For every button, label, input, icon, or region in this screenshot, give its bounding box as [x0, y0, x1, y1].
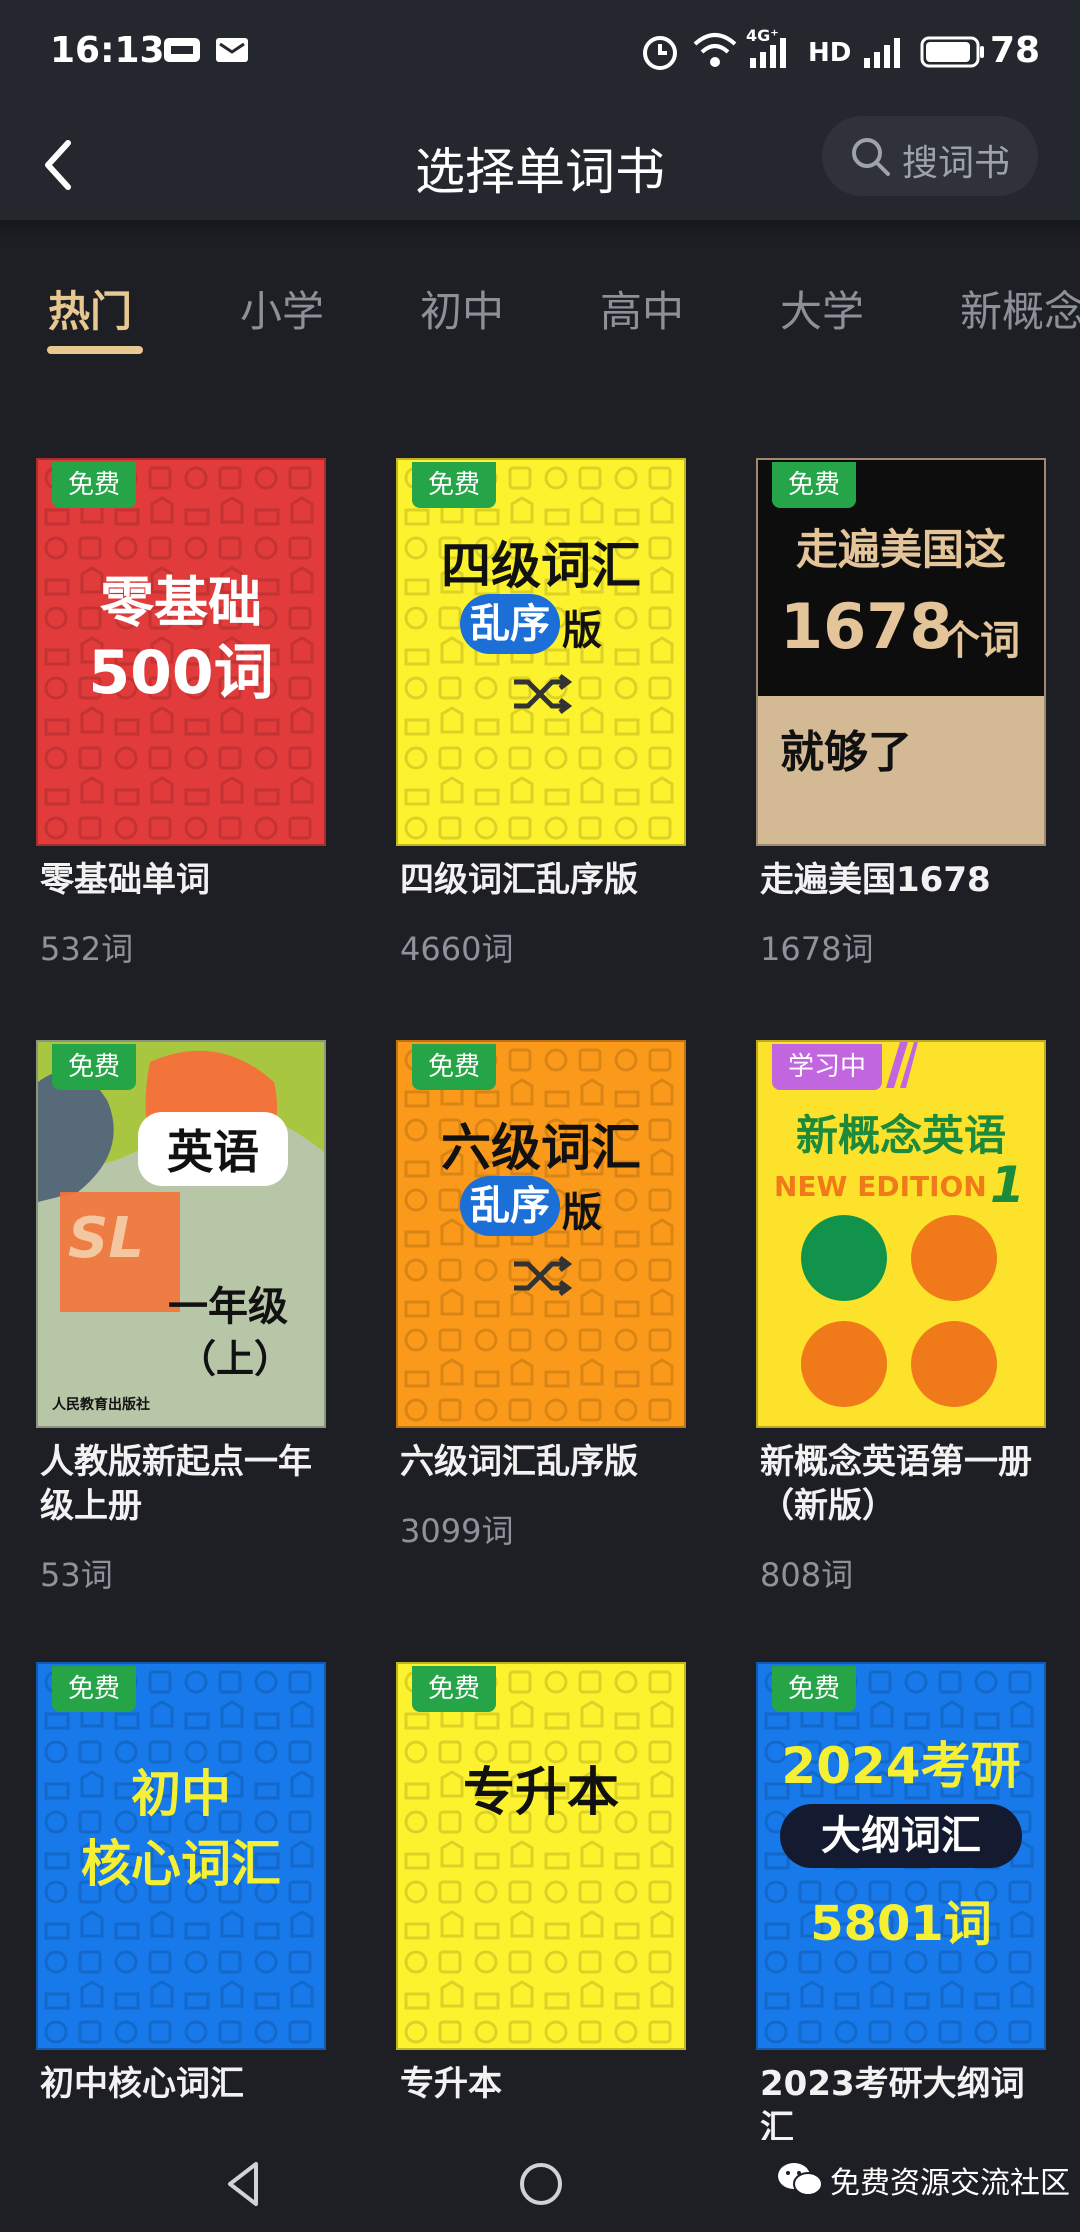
cover-line1: 专升本: [462, 1763, 619, 1823]
cover-line3: 5801词: [810, 1896, 992, 1952]
book-cover[interactable]: 免费 初中 核心词汇: [36, 1662, 326, 2050]
cover-line1: 走遍美国这: [795, 525, 1006, 574]
book-cover[interactable]: 免费 专升本: [396, 1662, 686, 2050]
shuffle-icon: [514, 1256, 572, 1296]
free-badge: 免费: [52, 462, 137, 508]
cover-pattern: [398, 1664, 684, 2048]
sim-card-icon: [164, 38, 200, 62]
battery-icon: [920, 36, 984, 68]
book-title: 走遍美国1678: [760, 860, 991, 900]
book-cover[interactable]: 免费 零基础 500词: [36, 458, 326, 846]
book-cover[interactable]: 免费 走遍美国这 1678 个词 就够了: [756, 458, 1046, 846]
mail-icon: [216, 38, 248, 62]
nav-back-icon[interactable]: [222, 2158, 262, 2210]
cover-line2: 核心词汇: [81, 1835, 281, 1893]
free-badge: 免费: [52, 1044, 137, 1090]
nav-home-icon[interactable]: [518, 2158, 564, 2210]
tab-junior-high[interactable]: 初中: [420, 278, 504, 339]
status-time: 16:13: [50, 30, 165, 71]
cellular-signal-icon: [750, 38, 786, 68]
word-count: 808词: [760, 1556, 854, 1594]
tab-new-concept[interactable]: 新概念: [960, 278, 1080, 339]
watermark-text: 免费资源交流社区: [830, 2166, 1070, 2201]
free-badge: 免费: [52, 1666, 137, 1712]
book-title: 新概念英语第一册（新版）: [760, 1442, 1032, 1526]
cover-suffix: 版: [562, 1190, 602, 1236]
book-cover[interactable]: 免费 2024考研 大纲词汇 5801词: [756, 1662, 1046, 2050]
tab-senior-high[interactable]: 高中: [600, 278, 684, 339]
shuffle-icon: [514, 674, 572, 714]
tab-university[interactable]: 大学: [780, 278, 864, 339]
tab-primary-school[interactable]: 小学: [240, 278, 324, 339]
battery-level: 78: [990, 30, 1041, 71]
active-tab-indicator: [47, 346, 143, 354]
cover-dots: [801, 1215, 997, 1407]
cover-line2: SL: [68, 1206, 145, 1271]
wechat-icon: [778, 2163, 823, 2196]
header-divider: [0, 220, 1080, 242]
free-badge: 免费: [412, 1044, 497, 1090]
cover-line2: 500词: [88, 638, 274, 708]
cover-line2b: 1: [990, 1156, 1025, 1214]
book-title: 零基础单词: [40, 860, 210, 900]
book-title: 2023考研大纲词汇: [760, 2064, 1025, 2148]
word-count: 1678词: [760, 930, 874, 968]
cover-line2: NEW EDITION: [774, 1170, 987, 1203]
book-cover[interactable]: 免费 英语 SL 一年级 （上） 人民教育出版社: [36, 1040, 326, 1428]
cover-line1: 2024考研: [781, 1737, 1021, 1795]
word-count: 4660词: [400, 930, 514, 968]
cover-line2b: 个词: [940, 618, 1020, 664]
cover-suffix: 版: [562, 608, 602, 654]
cover-publisher: 人民教育出版社: [52, 1397, 150, 1413]
category-tabs: 热门 小学 初中 高中 大学 新概念: [0, 270, 1080, 360]
search-button[interactable]: 搜词书: [822, 116, 1038, 196]
book-title: 初中核心词汇: [40, 2064, 244, 2104]
search-icon: [852, 138, 890, 176]
cover-line1: 四级词汇: [441, 537, 641, 595]
cover-pill: 大纲词汇: [780, 1804, 1022, 1868]
alarm-icon: [643, 36, 677, 70]
book-title: 人教版新起点一年级上册: [40, 1442, 312, 1526]
book-cover[interactable]: 免费 六级词汇 乱序 版: [396, 1040, 686, 1428]
cover-line1: 六级词汇: [441, 1119, 641, 1177]
word-count: 3099词: [400, 1512, 514, 1550]
cover-line1: 英语: [138, 1112, 288, 1186]
cover-pill: 乱序: [460, 1176, 560, 1236]
learning-badge: 学习中: [772, 1044, 883, 1090]
status-bar: 16:13 4G⁺ HD 78: [0, 0, 1080, 110]
cellular-signal-2-icon: [864, 38, 900, 68]
cover-pattern: [398, 1042, 684, 1426]
free-badge: 免费: [412, 1666, 497, 1712]
cover-line3: 一年级: [168, 1284, 288, 1330]
cover-line2: 1678: [780, 590, 953, 663]
book-title: 六级词汇乱序版: [400, 1442, 638, 1482]
book-cover[interactable]: 学习中 新概念英语 NEW EDITION 1: [756, 1040, 1046, 1428]
app-bar: 选择单词书 搜词书: [0, 110, 1080, 220]
hd-voice-label: HD: [808, 38, 852, 68]
book-cover[interactable]: 免费 四级词汇 乱序 版: [396, 458, 686, 846]
cover-pattern: [398, 460, 684, 844]
wifi-icon: [693, 33, 737, 67]
book-title: 专升本: [400, 2064, 502, 2104]
tab-hot[interactable]: 热门: [48, 278, 132, 339]
cover-pill: 乱序: [460, 594, 560, 654]
cover-line3: 就够了: [780, 727, 912, 778]
badge-stripes: [886, 1042, 918, 1088]
search-label: 搜词书: [902, 143, 1011, 184]
free-badge: 免费: [772, 1666, 857, 1712]
free-badge: 免费: [412, 462, 497, 508]
free-badge: 免费: [772, 462, 857, 508]
cover-line4: （上）: [178, 1337, 293, 1381]
word-count: 53词: [40, 1556, 113, 1594]
word-count: 532词: [40, 930, 134, 968]
cover-line1: 新概念英语: [795, 1111, 1006, 1160]
cover-line1: 初中: [131, 1765, 231, 1823]
book-title: 四级词汇乱序版: [400, 860, 638, 900]
